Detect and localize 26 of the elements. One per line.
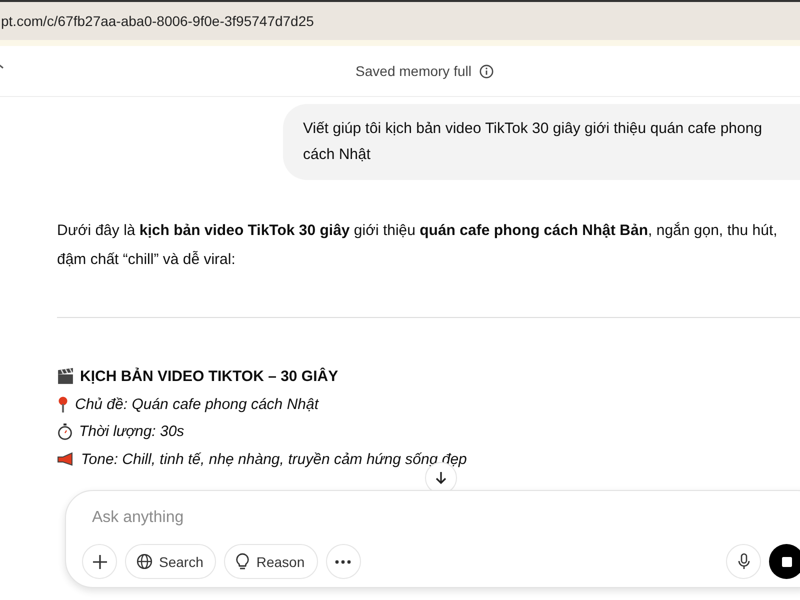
megaphone-icon: [57, 452, 75, 467]
clapperboard-icon: [57, 368, 74, 386]
header-title: Saved memory full: [356, 63, 472, 79]
pushpin-icon: [57, 396, 69, 413]
globe-icon: [136, 553, 153, 570]
assistant-paragraph: Dưới đây là kịch bản video TikTok 30 giây giới thiệu quán cafe phong cách Nhật Bản, ngắn gọn, thu hút, đậm chất “chill” và dễ viral:: [57, 221, 778, 270]
add-button[interactable]: [82, 544, 117, 579]
microphone-button[interactable]: [726, 544, 761, 579]
url-text: pt.com/c/67fb27aa-aba0-8006-9f0e-3f95747d7d25: [1, 13, 314, 29]
arrow-down-icon: [434, 471, 448, 485]
user-message-bubble: Viết giúp tôi kịch bản video TikTok 30 giây giới thiệu quán cafe phong cách Nhật: [283, 104, 800, 180]
script-heading: KỊCH BẢN VIDEO TIKTOK – 30 GIÂY: [80, 368, 338, 386]
info-icon[interactable]: [479, 64, 494, 78]
more-options-button[interactable]: [326, 544, 361, 579]
lightbulb-icon: [235, 552, 250, 570]
plus-icon: [92, 554, 108, 570]
stop-button[interactable]: [769, 544, 800, 579]
microphone-icon: [738, 553, 750, 570]
reason-button[interactable]: Reason: [224, 544, 318, 579]
script-detail: Chủ đề: Quán cafe phong cách Nhật: [75, 396, 319, 413]
stop-icon: [780, 556, 792, 568]
more-icon: [335, 560, 352, 564]
stopwatch-icon: [57, 423, 73, 440]
script-detail: Thời lượng: 30s: [79, 423, 184, 440]
search-button[interactable]: Search: [125, 544, 216, 579]
address-bar[interactable]: pt.com/c/67fb27aa-aba0-8006-9f0e-3f95747d7d25: [0, 0, 800, 40]
